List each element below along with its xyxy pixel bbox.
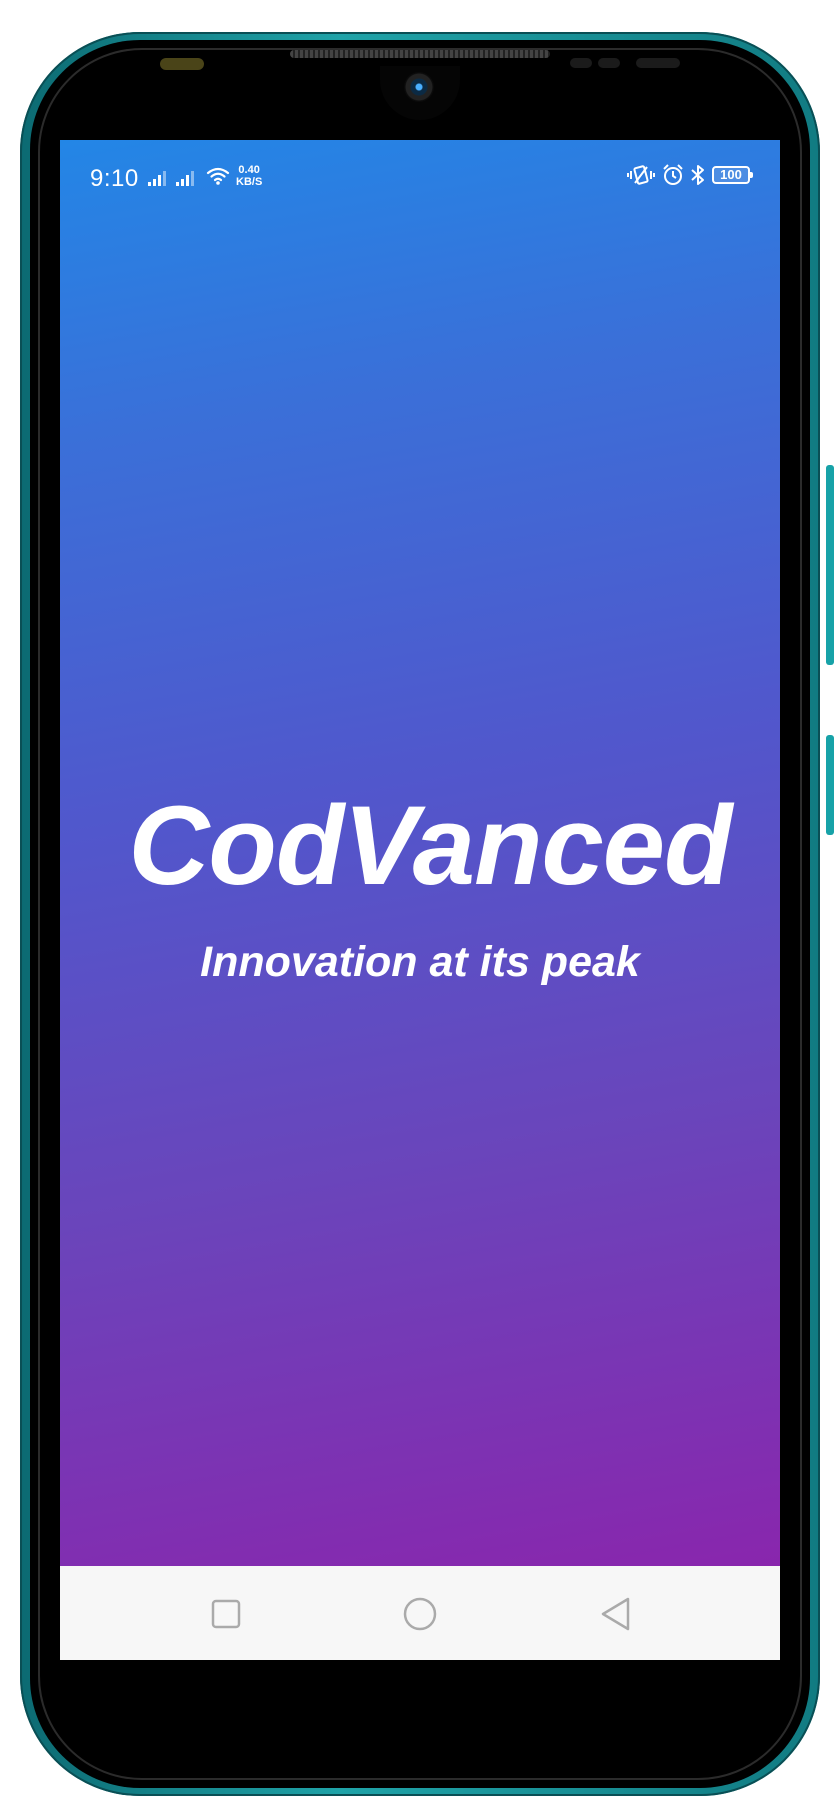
volume-button — [826, 465, 834, 665]
wifi-icon — [206, 167, 230, 185]
signal-icon — [176, 170, 194, 186]
speaker-grill — [290, 50, 550, 58]
recent-apps-button[interactable] — [208, 1596, 244, 1632]
front-camera — [404, 72, 434, 102]
splash-screen: 9:10 0.40 KB/S 100 CodVanced Innovation … — [60, 140, 780, 1566]
navigation-bar — [60, 1566, 780, 1660]
battery-icon: 100 — [712, 166, 753, 184]
network-speed: 0.40 KB/S — [236, 164, 262, 188]
sensor — [570, 58, 592, 68]
screen: 9:10 0.40 KB/S 100 CodVanced Innovation … — [60, 140, 780, 1660]
signal-icon — [148, 170, 166, 186]
front-flash — [160, 58, 204, 70]
status-bar: 9:10 0.40 KB/S 100 — [60, 140, 780, 210]
alarm-icon — [663, 164, 683, 185]
network-speed-value: 0.40 — [238, 164, 260, 176]
sensor — [636, 58, 680, 68]
battery-level: 100 — [720, 167, 742, 182]
brand-block: CodVanced Innovation at its peak — [60, 790, 780, 987]
bluetooth-icon — [691, 165, 704, 185]
app-name: CodVanced — [128, 783, 733, 908]
status-time: 9:10 — [90, 165, 139, 192]
home-button[interactable] — [402, 1596, 438, 1632]
app-tagline: Innovation at its peak — [200, 938, 640, 986]
sensor — [598, 58, 620, 68]
back-button[interactable] — [598, 1596, 634, 1632]
status-icons: 100 — [626, 164, 753, 186]
vibrate-icon — [627, 165, 655, 185]
power-button — [826, 735, 834, 835]
network-speed-unit: KB/S — [236, 176, 263, 188]
